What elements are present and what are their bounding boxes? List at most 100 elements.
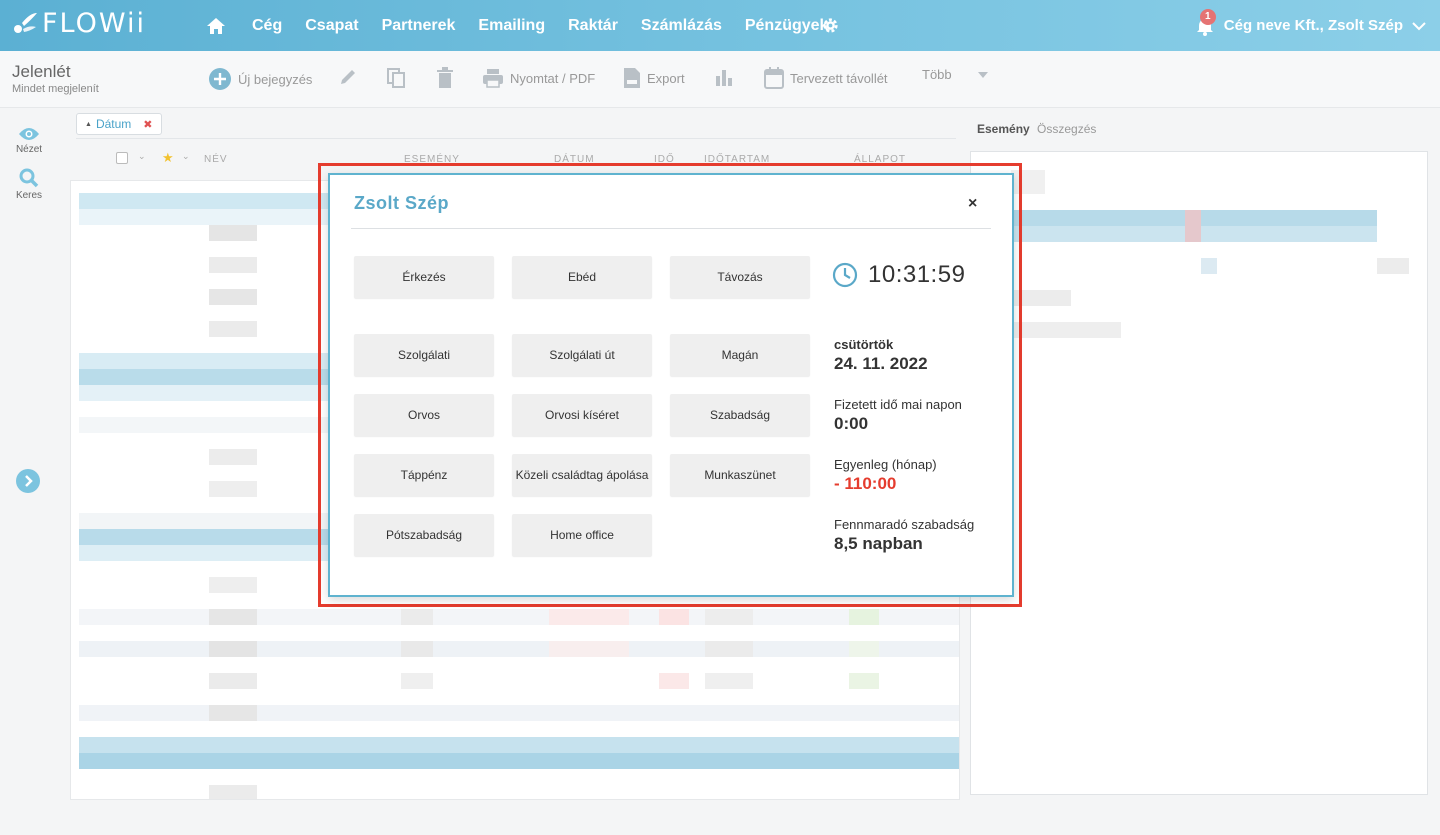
print-pdf-label: Nyomtat / PDF bbox=[510, 70, 596, 86]
col-header-name[interactable]: NÉV bbox=[204, 154, 228, 165]
nav-item-szamlazas[interactable]: Számlázás bbox=[641, 17, 722, 35]
doctor-button[interactable]: Orvos bbox=[354, 394, 494, 436]
chevron-down-icon[interactable]: ⌄ bbox=[182, 151, 191, 162]
new-entry-label: Új bejegyzés bbox=[238, 71, 313, 87]
remaining-leave-label: Fennmaradó szabadság bbox=[834, 517, 975, 532]
new-entry-button[interactable]: Új bejegyzés bbox=[208, 67, 312, 91]
sort-asc-icon: ▲ bbox=[85, 120, 92, 128]
search-label: Keres bbox=[15, 190, 43, 201]
filter-divider bbox=[76, 138, 956, 139]
table-row[interactable] bbox=[79, 641, 959, 657]
table-row[interactable] bbox=[79, 705, 959, 721]
filter-chip-label: Dátum bbox=[95, 117, 132, 131]
balance-value: - 110:00 bbox=[834, 474, 897, 493]
lunch-button[interactable]: Ebéd bbox=[512, 256, 652, 298]
date-value: 24. 11. 2022 bbox=[834, 354, 928, 373]
home-icon[interactable] bbox=[206, 16, 226, 36]
nav-item-csapat[interactable]: Csapat bbox=[305, 17, 358, 35]
chevron-down-icon[interactable] bbox=[1412, 21, 1426, 31]
table-row[interactable] bbox=[79, 785, 959, 799]
tab-summary[interactable]: Összegzés bbox=[1037, 122, 1096, 136]
departure-button[interactable]: Távozás bbox=[670, 256, 810, 298]
search-button[interactable]: Keres bbox=[0, 168, 58, 201]
top-navbar: FLOWii Cég Csapat Partnerek Emailing Rak… bbox=[0, 0, 1440, 51]
page-subtitle[interactable]: Mindet megjelenít bbox=[12, 83, 99, 95]
private-button[interactable]: Magán bbox=[670, 334, 810, 376]
table-row[interactable] bbox=[79, 673, 959, 689]
expand-panel-button[interactable] bbox=[16, 469, 40, 493]
detail-cell bbox=[1185, 210, 1201, 242]
edit-button[interactable] bbox=[338, 67, 364, 87]
eye-icon bbox=[19, 128, 39, 140]
balance-label: Egyenleg (hónap) bbox=[834, 457, 937, 472]
print-pdf-button[interactable]: Nyomtat / PDF bbox=[482, 67, 595, 89]
nav-item-partnerek[interactable]: Partnerek bbox=[382, 17, 456, 35]
event-detail-card bbox=[970, 151, 1428, 795]
planned-absence-button[interactable]: Tervezett távollét bbox=[764, 67, 888, 89]
right-panel-tabs: Esemény Összegzés bbox=[977, 122, 1096, 136]
doctor-escort-button[interactable]: Orvosi kíséret bbox=[512, 394, 652, 436]
user-label[interactable]: Cég neve Kft., Zsolt Szép bbox=[1224, 17, 1403, 34]
copy-button[interactable] bbox=[386, 67, 412, 89]
search-icon bbox=[19, 168, 39, 188]
select-all-checkbox[interactable] bbox=[116, 152, 128, 164]
extra-leave-button[interactable]: Pótszabadság bbox=[354, 514, 494, 556]
sick-leave-button[interactable]: Táppénz bbox=[354, 454, 494, 496]
nav-item-penzugyek[interactable]: Pénzügyek bbox=[745, 17, 829, 35]
arrival-button[interactable]: Érkezés bbox=[354, 256, 494, 298]
stats-button[interactable] bbox=[714, 67, 740, 87]
nav-item-ceg[interactable]: Cég bbox=[252, 17, 282, 35]
notification-badge: 1 bbox=[1199, 8, 1216, 25]
more-label: Több bbox=[922, 67, 952, 82]
right-panel: Esemény Összegzés bbox=[970, 108, 1440, 835]
left-sidebar: Nézet Keres bbox=[0, 108, 58, 835]
page-title: Jelenlét bbox=[12, 62, 71, 81]
remove-filter-icon[interactable]: ✖ bbox=[143, 118, 152, 131]
planned-absence-label: Tervezett távollét bbox=[790, 70, 888, 86]
table-row[interactable] bbox=[79, 609, 959, 625]
gear-icon[interactable] bbox=[821, 16, 840, 35]
bar-chart-icon bbox=[716, 70, 732, 86]
family-care-button[interactable]: Közeli családtag ápolása bbox=[512, 454, 652, 496]
tab-event[interactable]: Esemény bbox=[977, 122, 1030, 136]
remaining-leave-value: 8,5 napban bbox=[834, 534, 923, 553]
main-nav: Cég Csapat Partnerek Emailing Raktár Szá… bbox=[252, 0, 851, 51]
more-dropdown[interactable]: Több bbox=[922, 67, 994, 82]
detail-cell bbox=[1201, 258, 1217, 274]
date-filter-chip[interactable]: ▲ Dátum ✖ bbox=[76, 113, 162, 135]
business-button[interactable]: Szolgálati bbox=[354, 334, 494, 376]
modal-divider bbox=[351, 228, 991, 229]
attendance-modal: Zsolt Szép × Érkezés Ebéd Távozás Szolgá… bbox=[328, 173, 1014, 597]
table-row[interactable] bbox=[79, 737, 959, 753]
flowii-logo[interactable]: FLOWii bbox=[12, 8, 146, 39]
close-icon[interactable]: × bbox=[968, 195, 977, 213]
caret-down-icon bbox=[977, 71, 988, 78]
export-button[interactable]: Export bbox=[623, 67, 685, 89]
weekday-label: csütörtök bbox=[834, 337, 894, 352]
user-menu[interactable]: 1 Cég neve Kft., Zsolt Szép bbox=[1194, 0, 1426, 51]
nav-item-raktar[interactable]: Raktár bbox=[568, 17, 618, 35]
paid-time-label: Fizetett idő mai napon bbox=[834, 397, 962, 412]
table-row[interactable] bbox=[79, 753, 959, 769]
view-label: Nézet bbox=[15, 144, 43, 155]
star-icon[interactable]: ★ bbox=[162, 150, 175, 166]
logo-icon bbox=[14, 12, 37, 33]
home-office-button[interactable]: Home office bbox=[512, 514, 652, 556]
view-button[interactable]: Nézet bbox=[0, 126, 58, 155]
calendar-icon bbox=[764, 67, 784, 89]
export-label: Export bbox=[647, 70, 685, 86]
plus-circle-icon bbox=[209, 68, 231, 90]
chevron-down-icon[interactable]: ⌄ bbox=[138, 151, 147, 162]
toolbar: Jelenlét Mindet megjelenít Új bejegyzés bbox=[0, 51, 1440, 108]
notification-bell[interactable]: 1 bbox=[1194, 8, 1216, 37]
logo-text: FLOWii bbox=[42, 8, 146, 39]
vacation-button[interactable]: Szabadság bbox=[670, 394, 810, 436]
trash-icon bbox=[437, 67, 453, 88]
detail-cell bbox=[1377, 258, 1409, 274]
business-trip-button[interactable]: Szolgálati út bbox=[512, 334, 652, 376]
holiday-button[interactable]: Munkaszünet bbox=[670, 454, 810, 496]
detail-cell bbox=[1011, 322, 1121, 338]
nav-item-emailing[interactable]: Emailing bbox=[478, 17, 545, 35]
delete-button[interactable] bbox=[436, 67, 460, 89]
clock-time: 10:31:59 bbox=[868, 261, 966, 288]
